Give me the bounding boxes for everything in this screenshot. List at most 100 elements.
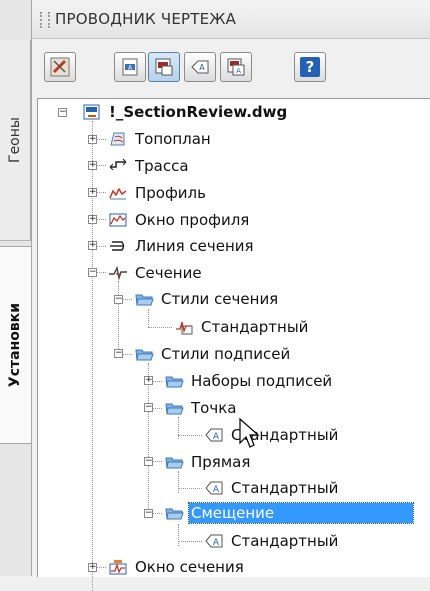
collapse-toggle[interactable]: − [144,457,153,466]
expand-toggle[interactable]: + [88,215,97,224]
panel-titlebar[interactable]: ПРОВОДНИК ЧЕРТЕЖА [32,0,430,39]
folder-icon [135,349,154,361]
tree-node-label: Стандартный [231,532,339,550]
tree-node-label: Точка [191,399,237,417]
tab-geons[interactable]: Геоны [0,40,31,241]
drawing-file-icon [83,104,100,120]
svg-text:A: A [236,67,241,75]
tree-node-label: Топоплан [135,130,211,148]
tree-node-section-styles[interactable]: Стили сечения [134,288,280,310]
tree-node-label: Профиль [135,184,206,202]
tree-line [178,471,179,493]
tree-node-line[interactable]: Прямая [164,451,252,473]
label-button[interactable]: A [184,52,216,82]
collapse-toggle[interactable]: − [114,349,123,358]
folder-icon [165,457,184,469]
section-view-icon [109,560,127,575]
tree-node-root[interactable]: !_SectionReview.dwg [82,101,289,123]
profile-view-icon [109,213,127,227]
tree-node-profile[interactable]: Профиль [108,182,208,204]
tree-node-offset-standard[interactable]: A Стандартный [204,530,340,552]
expand-toggle[interactable]: + [88,135,97,144]
edit-settings-icon [50,57,70,77]
help-button[interactable]: ? [294,52,326,82]
style-button[interactable]: A [220,52,252,82]
tree-node-section-style-standard[interactable]: Стандартный [174,316,310,338]
expand-toggle[interactable]: + [88,563,97,572]
tree-node-label-styles[interactable]: Стили подписей [134,343,292,365]
label-icon: A [191,60,209,74]
tree-node-section-window[interactable]: Окно сечения [108,556,246,578]
tree-node-label: Стандартный [231,479,339,497]
svg-text:A: A [199,63,205,72]
view-icon [155,58,173,76]
tab-settings[interactable]: Установки [0,246,31,444]
folder-icon [165,376,184,388]
tree-line [178,524,179,546]
section-style-icon [176,321,193,335]
tree-line [118,281,119,353]
collapse-toggle[interactable]: − [114,295,123,304]
label-style-icon: A [205,428,223,442]
tree-node-label: Стили подписей [161,345,291,363]
tree-node-label: Окно профиля [135,211,250,229]
tree-node-label: Прямая [191,453,251,471]
tree-node-alignment[interactable]: Трасса [108,155,191,177]
tree-line [148,309,149,327]
tab-geons-label: Геоны [7,117,23,163]
expand-toggle[interactable]: + [88,241,97,250]
side-tab-strip: Геоны Установки [0,0,31,576]
expand-toggle[interactable]: + [88,161,97,170]
tree-node-label: Линия сечения [135,237,254,255]
collapse-toggle[interactable]: − [144,403,153,412]
profile-icon [109,187,127,200]
edit-settings-button[interactable] [44,52,76,82]
mouse-cursor-icon [239,417,260,448]
tree-node-label: Стандартный [201,318,309,336]
tree-node-line-standard[interactable]: A Стандартный [204,477,340,499]
tree-node-label-selected: Смещение [188,502,414,524]
svg-text:A: A [213,432,220,442]
tree-node-label: !_SectionReview.dwg [109,103,288,121]
collapse-toggle[interactable]: − [144,509,153,518]
tree-line [148,363,149,511]
tree-line [178,488,202,489]
svg-text:A: A [213,485,220,495]
expand-toggle[interactable]: + [88,188,97,197]
tree-node-label: Сечение [135,264,202,282]
svg-text:A: A [213,538,220,548]
drag-grip-icon[interactable] [40,12,50,28]
tree-node-label-sets[interactable]: Наборы подписей [164,370,334,392]
tree-node-label: Наборы подписей [191,372,333,390]
label-style-button[interactable]: A [114,52,146,82]
tree-node-point[interactable]: Точка [164,397,238,419]
folder-icon [165,508,184,520]
sample-line-icon [110,241,125,251]
collapse-toggle[interactable]: − [58,108,67,117]
panel-title: ПРОВОДНИК ЧЕРТЕЖА [55,10,237,28]
tree-node-topoplan[interactable]: Топоплан [108,128,213,150]
tree-line [148,327,172,328]
drawing-explorer-tree[interactable]: − !_SectionReview.dwg + Топоплан + Трасс… [37,98,430,591]
section-icon [109,265,127,281]
tree-node-section[interactable]: Сечение [108,262,204,284]
tree-node-label: Окно сечения [135,558,244,576]
label-style-icon: A [205,481,223,495]
tree-node-offset[interactable]: Смещение [164,502,414,524]
label-style-icon: A [122,58,138,76]
alignment-icon [109,158,127,171]
toolbar: A A A ? [32,40,430,92]
tree-line [178,541,202,542]
tree-node-section-line[interactable]: Линия сечения [108,235,256,257]
label-style-icon: A [205,534,223,548]
tree-node-profile-window[interactable]: Окно профиля [108,209,251,231]
folder-icon [165,403,184,415]
tree-line [178,435,202,436]
expand-toggle[interactable]: + [144,376,153,385]
view-button[interactable] [148,52,180,82]
collapse-toggle[interactable]: − [88,268,97,277]
folder-icon [135,294,154,306]
tree-node-label: Стили сечения [161,290,279,308]
tree-node-point-standard[interactable]: A Стандартный [204,424,340,446]
help-icon: ? [300,57,320,77]
